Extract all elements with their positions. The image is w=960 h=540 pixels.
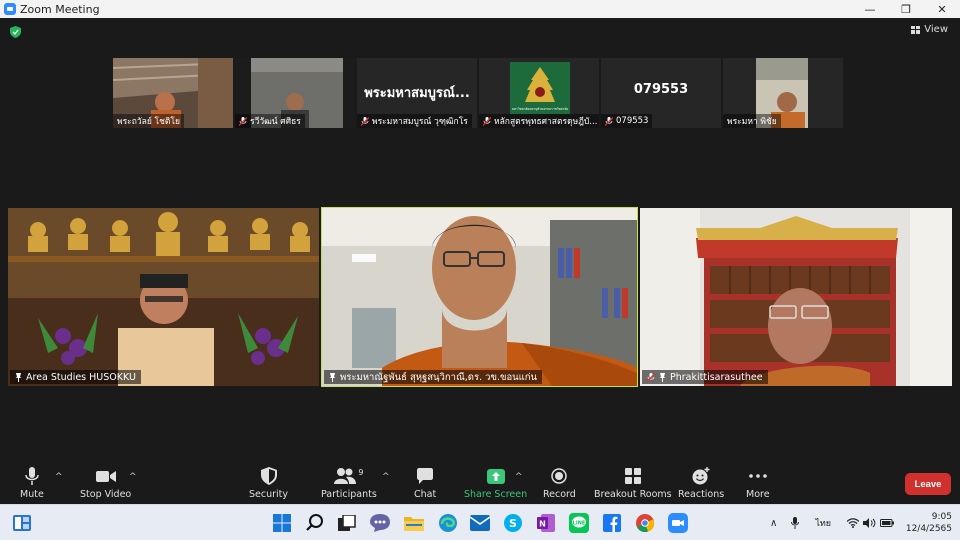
clock-date: 12/4/2565 [905, 524, 952, 534]
view-button[interactable]: View [911, 24, 948, 35]
volume-icon[interactable] [863, 518, 876, 528]
svg-text:LINE: LINE [573, 521, 586, 527]
video-tile[interactable]: Area Studies HUSOKKU [8, 208, 319, 386]
pin-icon [659, 372, 666, 382]
mic-muted-icon [605, 116, 613, 126]
file-explorer-icon[interactable] [403, 512, 425, 534]
video-feed [8, 208, 319, 386]
svg-text:N: N [539, 520, 546, 529]
skype-icon[interactable]: S [502, 512, 524, 534]
participant-thumbnail[interactable]: พระถวัลย์ โชติโย [113, 58, 233, 128]
task-view-icon[interactable] [336, 512, 358, 534]
mute-button[interactable]: Mute [20, 466, 44, 500]
record-icon [551, 468, 568, 484]
reactions-button[interactable]: Reactions [678, 466, 724, 500]
participant-label: พระมหาณัฐพันธ์ สุหฺฐสนฺวิกาณี,ดร. วข.ขอน… [324, 370, 543, 384]
mic-muted-icon [483, 116, 491, 126]
pin-icon [329, 372, 336, 382]
participants-icon [334, 468, 357, 484]
participant-label: หลักสูตรพุทธศาสตรดุษฎีบั... [479, 114, 599, 128]
security-shield-icon [260, 467, 277, 485]
mic-muted-icon [647, 372, 655, 382]
zoom-icon[interactable] [667, 512, 689, 534]
encryption-shield-icon[interactable] [10, 26, 21, 38]
participant-name-placeholder: พระมหาสมบูรณ์... [364, 86, 470, 101]
stop-video-button[interactable]: Stop Video [80, 466, 131, 500]
pin-icon [15, 372, 22, 382]
participant-label: Phrakittisarasuthee [642, 370, 768, 384]
windows-taskbar: S N LINE ∧ ไทย 9:05 12/4/2565 [0, 504, 960, 540]
participant-label: Area Studies HUSOKKU [10, 370, 141, 384]
svg-text:S: S [509, 517, 517, 530]
participant-name-placeholder: 079553 [633, 82, 689, 97]
video-feed [640, 208, 952, 386]
participant-thumbnail[interactable]: 079553 079553 [601, 58, 721, 128]
line-icon[interactable]: LINE [568, 512, 590, 534]
microphone-tray-icon[interactable] [791, 517, 800, 529]
video-tile[interactable]: Phrakittisarasuthee [640, 208, 952, 386]
more-dots-icon [748, 474, 767, 478]
audio-options-caret-icon[interactable]: ^ [55, 472, 63, 482]
taskbar-clock[interactable]: 9:05 12/4/2565 [906, 511, 952, 535]
onenote-icon[interactable]: N [535, 512, 557, 534]
teams-chat-icon[interactable] [369, 512, 391, 534]
mic-muted-icon [361, 116, 369, 126]
participant-thumbnail[interactable]: พระมหาสมบูรณ์... พระมหาสมบูรณ์ วุฑฺฒิกโร [357, 58, 477, 128]
participant-thumbnail[interactable]: มหาวิทยาลัยมหาจุฬาลงกรณราชวิทยาลัย หลักส… [479, 58, 599, 128]
share-screen-icon [486, 468, 505, 484]
share-options-caret-icon[interactable]: ^ [515, 472, 523, 482]
participant-label: พระถวัลย์ โชติโย [113, 114, 184, 128]
input-language[interactable]: ไทย [815, 516, 831, 530]
title-bar: Zoom Meeting — ❐ ✕ [0, 0, 960, 18]
chat-bubble-icon [417, 468, 434, 484]
participant-thumbnail[interactable]: พระมหา พิชัย [723, 58, 843, 128]
participant-thumbnail[interactable]: รวีวัฒน์ ศศิธร [235, 58, 355, 128]
video-options-caret-icon[interactable]: ^ [129, 472, 137, 482]
window-title: Zoom Meeting [20, 2, 100, 16]
participant-label: พระมหา พิชัย [723, 114, 781, 128]
window-controls: — ❐ ✕ [852, 0, 960, 18]
widgets-icon[interactable] [11, 512, 33, 534]
grid-view-icon [911, 25, 921, 34]
search-icon[interactable] [304, 512, 326, 534]
battery-icon[interactable] [880, 519, 895, 527]
system-tray: ∧ ไทย [770, 505, 895, 540]
record-button[interactable]: Record [543, 466, 576, 500]
zoom-app-icon [4, 3, 16, 15]
maximize-button[interactable]: ❐ [888, 0, 924, 18]
participant-label: พระมหาสมบูรณ์ วุฑฺฒิกโร [357, 114, 472, 128]
participant-label: 079553 [601, 114, 653, 128]
mail-icon[interactable] [469, 512, 491, 534]
chevron-up-icon[interactable]: ∧ [770, 518, 777, 529]
leave-button[interactable]: Leave [905, 473, 951, 495]
breakout-rooms-button[interactable]: Breakout Rooms [594, 466, 672, 500]
clock-time: 9:05 [931, 512, 952, 522]
active-speaker-tile[interactable]: พระมหาณัฐพันธ์ สุหฺฐสนฺวิกาณี,ดร. วข.ขอน… [321, 207, 638, 387]
wifi-icon[interactable] [847, 518, 860, 528]
participants-options-caret-icon[interactable]: ^ [382, 472, 390, 482]
chrome-icon[interactable] [634, 512, 656, 534]
zoom-window: Zoom Meeting — ❐ ✕ View พระถวัลย์ โชติโย… [0, 0, 960, 540]
breakout-rooms-icon [624, 468, 641, 484]
reactions-smiley-icon [692, 467, 710, 485]
participants-button[interactable]: 9 Participants [321, 466, 377, 501]
mic-muted-icon [239, 116, 247, 126]
microphone-icon [25, 467, 39, 485]
edge-icon[interactable] [437, 512, 459, 534]
facebook-icon[interactable] [601, 512, 623, 534]
meeting-toolbar: Mute ^ Stop Video ^ Security 9 Participa… [0, 460, 960, 504]
security-button[interactable]: Security [249, 466, 288, 500]
participant-strip: พระถวัลย์ โชติโย รวีวัฒน์ ศศิธร พระมหาสม… [113, 58, 846, 128]
video-camera-icon [95, 470, 116, 482]
participant-label: รวีวัฒน์ ศศิธร [235, 114, 305, 128]
video-feed [322, 208, 637, 386]
windows-start-icon[interactable] [271, 512, 293, 534]
close-button[interactable]: ✕ [924, 0, 960, 18]
view-label: View [924, 24, 948, 35]
more-button[interactable]: More [746, 466, 770, 500]
minimize-button[interactable]: — [852, 0, 888, 18]
participants-count: 9 [358, 467, 364, 477]
chat-button[interactable]: Chat [414, 466, 436, 500]
